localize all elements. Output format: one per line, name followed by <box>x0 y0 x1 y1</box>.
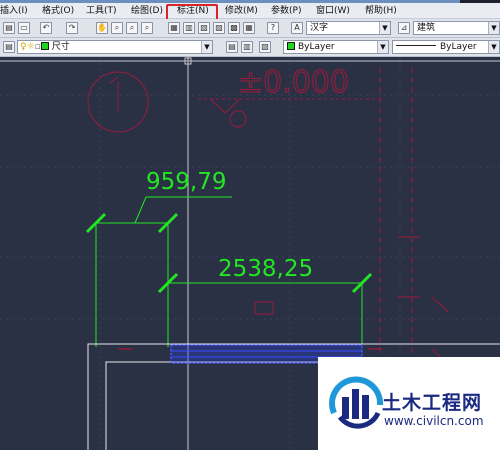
watermark-logo: 土木工程网 www.civilcn.com <box>318 357 500 450</box>
color-swatch <box>287 42 295 50</box>
linetype-select[interactable]: ByLayer ▼ <box>392 40 500 54</box>
menu-draw[interactable]: 绘图(D) <box>131 5 163 17</box>
menu-bar: 插入(I) 格式(O) 工具(T) 绘图(D) 标注(N) 修改(M) 参数(P… <box>0 3 500 21</box>
menu-tools[interactable]: 工具(T) <box>86 5 117 17</box>
layer-value: 尺寸 <box>51 42 70 52</box>
layer-color-swatch <box>40 42 49 50</box>
watermark-url: www.civilcn.com <box>384 414 484 428</box>
undo-icon[interactable]: ↶ <box>40 22 52 34</box>
text-style-icon[interactable]: A <box>291 22 303 34</box>
layers-toolbar: ▤ ♀☼▫ 尺寸 ▼ ▤ ▥ ▧ ByLayer ▼ ByLayer ▼ <box>0 38 500 57</box>
dimension-long-text: 2538,25 <box>218 256 313 282</box>
sheet-set-icon[interactable]: ▨ <box>213 22 225 34</box>
markup-icon[interactable]: ▩ <box>228 22 240 34</box>
bulb-icon: ♀ <box>20 42 27 52</box>
redo-icon[interactable]: ↷ <box>66 22 78 34</box>
menu-format[interactable]: 格式(O) <box>42 5 74 17</box>
layer-select[interactable]: ♀☼▫ 尺寸 ▼ <box>17 40 213 54</box>
layer-previous-icon[interactable]: ▥ <box>241 41 253 53</box>
menu-parametric[interactable]: 参数(P) <box>271 5 301 17</box>
standard-toolbar: ▤ ▭ ↶ ↷ ✋ ⌕ ⌕ ⌕ ▦ ▥ ▧ ▨ ▩ ▦ ? A 汉字 ▼ ⊿ 建… <box>0 19 500 38</box>
linetype-value: ByLayer <box>440 42 477 52</box>
color-select[interactable]: ByLayer ▼ <box>283 40 389 54</box>
layer-match-icon[interactable]: ▧ <box>259 41 271 53</box>
text-style-select[interactable]: 汉字 ▼ <box>306 21 391 35</box>
elevation-text: ±0.000 <box>238 65 349 100</box>
zoom-realtime-icon[interactable]: ⌕ <box>111 22 123 34</box>
dimension-short[interactable] <box>85 196 232 347</box>
civil-logo-icon <box>329 376 384 429</box>
layer-icon[interactable]: ▤ <box>3 22 15 34</box>
menu-help[interactable]: 帮助(H) <box>365 5 397 17</box>
dim-style-value: 建筑 <box>417 23 436 33</box>
zoom-window-icon[interactable]: ⌕ <box>126 22 138 34</box>
color-value: ByLayer <box>298 42 335 52</box>
help-icon[interactable]: ? <box>267 22 279 34</box>
menu-modify[interactable]: 修改(M) <box>225 5 258 17</box>
text-style-value: 汉字 <box>310 23 329 33</box>
chevron-down-icon[interactable]: ▼ <box>377 41 388 53</box>
copy-icon[interactable]: ▭ <box>18 22 30 34</box>
properties-icon[interactable]: ▦ <box>168 22 180 34</box>
make-current-icon[interactable]: ▤ <box>226 41 238 53</box>
layer-states-icon[interactable]: ▤ <box>3 41 15 53</box>
menu-window[interactable]: 窗口(W) <box>316 5 350 17</box>
chevron-down-icon[interactable]: ▼ <box>488 41 499 53</box>
dim-style-icon[interactable]: ⊿ <box>398 22 410 34</box>
linetype-sample <box>396 45 436 46</box>
design-center-icon[interactable]: ▥ <box>183 22 195 34</box>
menu-insert[interactable]: 插入(I) <box>0 5 28 17</box>
chevron-down-icon[interactable]: ▼ <box>488 22 499 34</box>
dimension-short-text: 959,79 <box>146 169 226 195</box>
chevron-down-icon[interactable]: ▼ <box>201 41 212 53</box>
tool-palettes-icon[interactable]: ▧ <box>198 22 210 34</box>
watermark-name: 土木工程网 <box>382 392 483 414</box>
zoom-previous-icon[interactable]: ⌕ <box>141 22 153 34</box>
dim-style-select[interactable]: 建筑 ▼ <box>413 21 500 35</box>
dimension-long[interactable] <box>157 272 373 347</box>
sun-icon: ☼ <box>26 42 35 52</box>
pan-icon[interactable]: ✋ <box>96 22 108 34</box>
chevron-down-icon[interactable]: ▼ <box>379 22 390 34</box>
calculator-icon[interactable]: ▦ <box>243 22 255 34</box>
